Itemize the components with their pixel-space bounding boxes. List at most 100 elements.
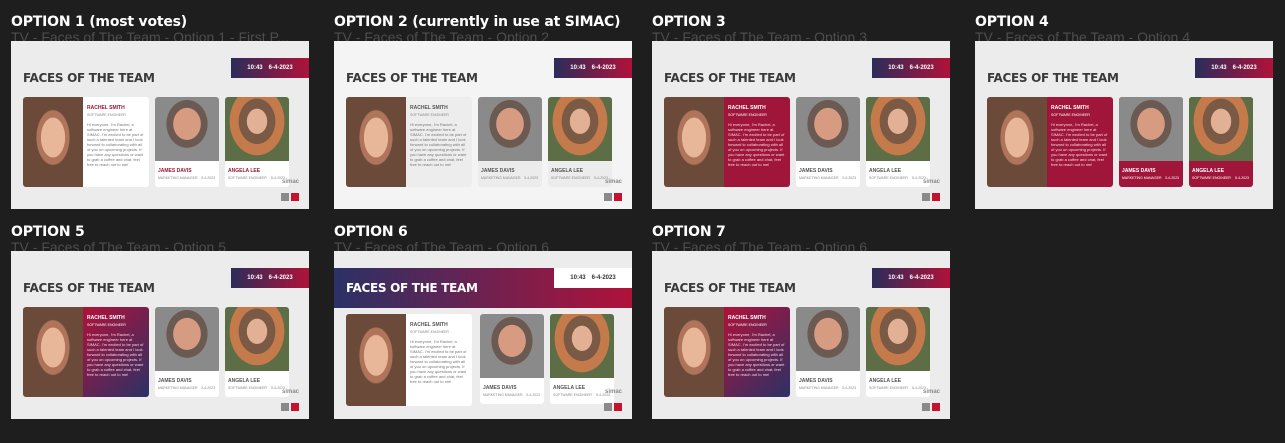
featured-card: RACHEL SMITH SOFTWARE ENGINEER Hi everyo…	[23, 97, 149, 187]
member-photo	[796, 307, 860, 371]
member-role: MARKETING MANAGER	[799, 176, 839, 180]
member-role: MARKETING MANAGER	[1122, 176, 1162, 180]
member-date: 3-4-2023	[200, 386, 215, 390]
featured-info: RACHEL SMITH SOFTWARE ENGINEER Hi everyo…	[83, 97, 149, 187]
date: 6-4-2023	[909, 275, 934, 281]
member-name: ANGELA LEE	[228, 378, 261, 384]
featured-card: RACHEL SMITH SOFTWARE ENGINEER Hi everyo…	[987, 97, 1113, 187]
time: 10:43	[570, 65, 586, 71]
member-role: SOFTWARE ENGINEER	[228, 386, 267, 390]
featured-info: RACHEL SMITH SOFTWARE ENGINEER Hi everyo…	[83, 307, 149, 397]
featured-bio: Hi everyone, I'm Rachel, a software engi…	[87, 122, 144, 167]
member-role: SOFTWARE ENGINEER	[228, 176, 267, 180]
option-title: OPTION 4	[975, 14, 1049, 30]
featured-role: SOFTWARE ENGINEER	[728, 113, 767, 117]
tv-preview: 10:43 6-4-2023 FACES OF THE TEAM RACHEL S…	[11, 41, 309, 209]
simac-logo: simac	[281, 389, 299, 411]
member-name: JAMES DAVIS	[158, 168, 192, 174]
featured-photo	[664, 97, 724, 187]
team-card: ANGELA LEE SOFTWARE ENGINEER 5-4-2023	[225, 307, 289, 397]
member-role: MARKETING MANAGER	[799, 386, 839, 390]
featured-info: RACHEL SMITH SOFTWARE ENGINEER Hi everyo…	[1047, 97, 1113, 187]
featured-info: RACHEL SMITH SOFTWARE ENGINEER Hi everyo…	[406, 97, 472, 187]
featured-bio: Hi everyone, I'm Rachel, a software engi…	[728, 332, 785, 377]
member-name: ANGELA LEE	[551, 168, 584, 174]
featured-photo	[23, 307, 83, 397]
team-card: JAMES DAVIS MARKETING MANAGER 3-4-2023	[155, 307, 219, 397]
date: 6-4-2023	[909, 65, 934, 71]
page-title: FACES OF THE TEAM	[664, 71, 796, 85]
featured-photo	[346, 97, 406, 187]
option-title: OPTION 1 (most votes)	[11, 14, 187, 30]
featured-name: RACHEL SMITH	[410, 105, 448, 111]
team-card: JAMES DAVIS MARKETING MANAGER 3-4-2023	[1119, 97, 1183, 187]
featured-card: RACHEL SMITH SOFTWARE ENGINEER Hi everyo…	[23, 307, 149, 397]
member-name: ANGELA LEE	[1192, 168, 1225, 174]
team-card: ANGELA LEE SOFTWARE ENGINEER 5-4-2023	[225, 97, 289, 187]
time: 10:43	[247, 275, 263, 281]
datetime-bar: 10:43 6-4-2023	[872, 268, 950, 288]
featured-card: RACHEL SMITH SOFTWARE ENGINEER Hi everyo…	[664, 97, 790, 187]
simac-logo: simac	[604, 389, 622, 411]
date: 6-4-2023	[268, 275, 293, 281]
featured-role: SOFTWARE ENGINEER	[87, 323, 126, 327]
member-name: JAMES DAVIS	[481, 168, 515, 174]
team-card: ANGELA LEE SOFTWARE ENGINEER 5-4-2023	[866, 307, 930, 397]
featured-role: SOFTWARE ENGINEER	[1051, 113, 1090, 117]
date: 6-4-2023	[591, 65, 616, 71]
member-photo	[225, 307, 289, 371]
datetime-bar: 10:43 6-4-2023	[1195, 58, 1273, 78]
member-date: 3-4-2023	[841, 386, 856, 390]
option-title: OPTION 6	[334, 224, 408, 240]
featured-info: RACHEL SMITH SOFTWARE ENGINEER Hi everyo…	[406, 314, 472, 406]
option-title: OPTION 7	[652, 224, 726, 240]
member-role: SOFTWARE ENGINEER	[553, 393, 592, 397]
time: 10:43	[570, 275, 586, 281]
member-photo	[155, 97, 219, 161]
member-date: 3-4-2023	[523, 176, 538, 180]
featured-bio: Hi everyone, I'm Rachel, a software engi…	[87, 332, 144, 377]
datetime-bar: 10:43 6-4-2023	[231, 268, 309, 288]
featured-bio: Hi everyone, I'm Rachel, a software engi…	[728, 122, 785, 167]
team-card: JAMES DAVIS MARKETING MANAGER 3-4-2023	[796, 97, 860, 187]
member-role: MARKETING MANAGER	[481, 176, 521, 180]
member-name: JAMES DAVIS	[799, 168, 833, 174]
featured-bio: Hi everyone, I'm Rachel, a software engi…	[410, 122, 467, 167]
tv-preview: 10:43 6-4-2023 FACES OF THE TEAM RACHEL S…	[652, 41, 950, 209]
datetime-bar: 10:43 6-4-2023	[231, 58, 309, 78]
featured-card: RACHEL SMITH SOFTWARE ENGINEER Hi everyo…	[346, 97, 472, 187]
featured-role: SOFTWARE ENGINEER	[410, 330, 449, 334]
member-photo	[155, 307, 219, 371]
featured-name: RACHEL SMITH	[728, 315, 766, 321]
simac-logo: simac	[922, 179, 940, 201]
option-title: OPTION 2 (currently in use at SIMAC)	[334, 14, 621, 30]
featured-role: SOFTWARE ENGINEER	[410, 113, 449, 117]
datetime-bar: 10:43 6-4-2023	[554, 268, 632, 288]
featured-name: RACHEL SMITH	[410, 322, 448, 328]
team-card: JAMES DAVIS MARKETING MANAGER 3-4-2023	[796, 307, 860, 397]
simac-logo: simac	[604, 179, 622, 201]
featured-info: RACHEL SMITH SOFTWARE ENGINEER Hi everyo…	[724, 307, 790, 397]
date: 6-4-2023	[1232, 65, 1257, 71]
member-photo	[866, 307, 930, 371]
member-name: ANGELA LEE	[553, 385, 586, 391]
featured-info: RACHEL SMITH SOFTWARE ENGINEER Hi everyo…	[724, 97, 790, 187]
member-name: JAMES DAVIS	[1122, 168, 1156, 174]
team-card: JAMES DAVIS MARKETING MANAGER 3-4-2023	[155, 97, 219, 187]
member-role: MARKETING MANAGER	[483, 393, 523, 397]
page-title: FACES OF THE TEAM	[23, 281, 155, 295]
member-role: SOFTWARE ENGINEER	[869, 176, 908, 180]
featured-photo	[664, 307, 724, 397]
datetime-bar: 10:43 6-4-2023	[872, 58, 950, 78]
member-date: 3-4-2023	[841, 176, 856, 180]
member-photo	[478, 97, 542, 161]
member-date: 3-4-2023	[200, 176, 215, 180]
featured-bio: Hi everyone, I'm Rachel, a software engi…	[410, 339, 467, 384]
member-photo	[866, 97, 930, 161]
member-role: MARKETING MANAGER	[158, 176, 198, 180]
member-photo	[796, 97, 860, 161]
member-role: SOFTWARE ENGINEER	[551, 176, 590, 180]
member-name: ANGELA LEE	[869, 378, 902, 384]
member-role: SOFTWARE ENGINEER	[1192, 176, 1231, 180]
simac-logo: simac	[922, 389, 940, 411]
